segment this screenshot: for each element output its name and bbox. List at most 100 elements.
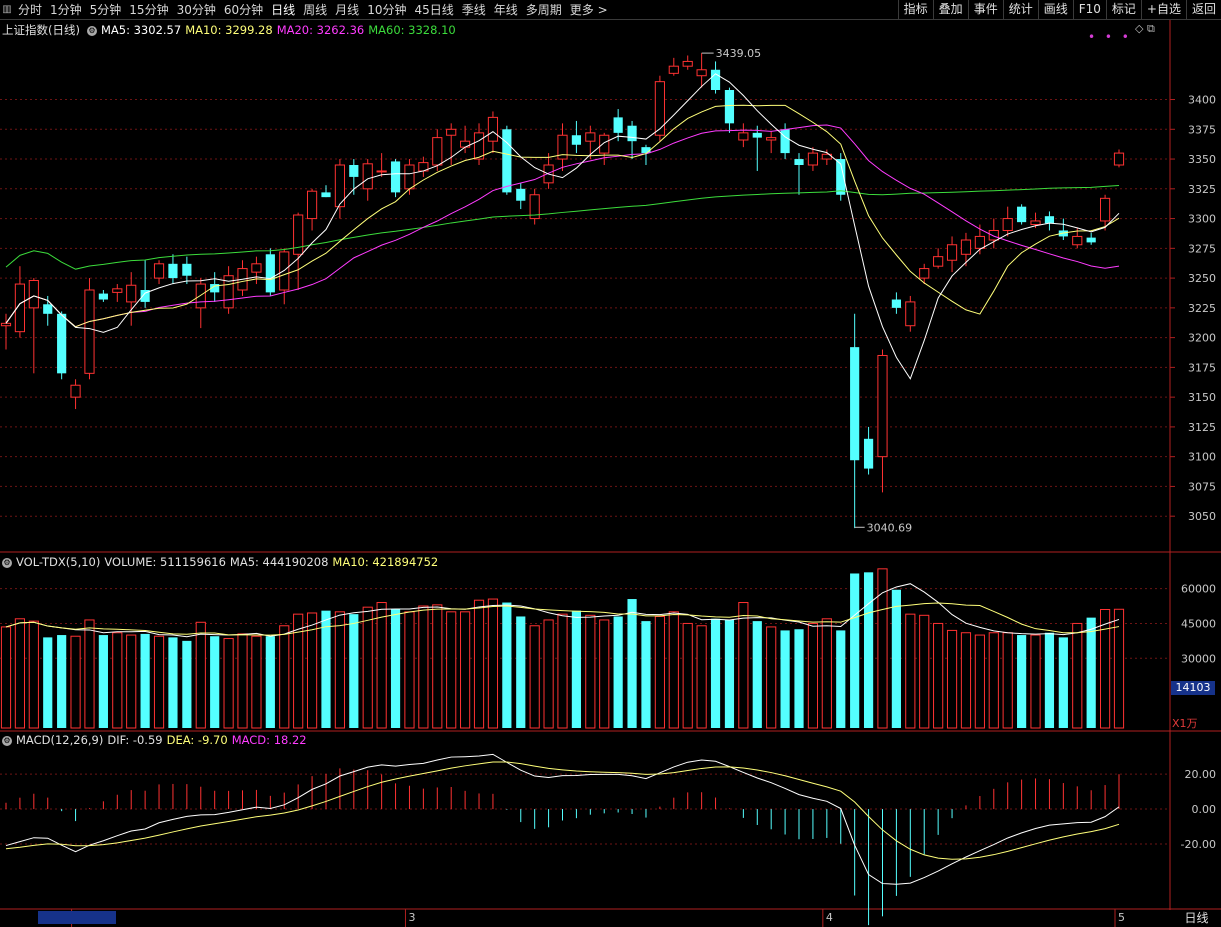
candle-body-up [766,137,777,141]
vol-settings-icon[interactable]: ⚙ [2,557,12,568]
volume-bar-down [613,616,623,728]
volume-bar-down [1058,637,1068,728]
candle-body-up [1113,152,1125,166]
macd-dif-value: DIF: -0.59 [107,733,163,747]
price-tick-label: 3325 [1188,183,1216,196]
volume-bar-down [850,573,860,728]
volume-unit: X1万 [1172,717,1198,730]
candle-body-down [710,69,721,90]
period-tab-0[interactable]: 分时 [14,1,46,18]
candle-body-up [933,256,944,267]
candle-body-up [376,170,387,173]
volume-bar-down [321,610,331,728]
toolbar-grip-icon[interactable]: ▥ [0,0,14,19]
toolbar-button-0[interactable]: 指标 [897,0,933,19]
toolbar-button-2[interactable]: 事件 [967,0,1003,19]
candle-body-up [682,60,693,67]
diamond-icon[interactable]: ◇ [1135,22,1143,35]
period-tab-5[interactable]: 60分钟 [220,1,267,18]
period-tab-6[interactable]: 日线 [267,1,299,18]
volume-bar-up [112,632,123,729]
period-tab-7[interactable]: 周线 [299,1,331,18]
ma60-value: MA60: 3328.10 [368,23,456,37]
volume-bar-up [919,614,930,729]
candle-body-down [863,438,874,469]
period-tab-3[interactable]: 15分钟 [125,1,172,18]
candle-body-up [306,190,318,220]
volume-bar-down [641,621,651,728]
candle-body-down [1086,237,1096,243]
volume-bar-up [84,619,95,729]
volume-bar-down [891,589,901,728]
toolbar-button-6[interactable]: 标记 [1105,0,1141,19]
candle-body-up [1072,235,1083,246]
volume-bar-down [863,572,874,728]
period-tab-10[interactable]: 45日线 [410,1,457,18]
period-tab-4[interactable]: 30分钟 [173,1,220,18]
window-icon[interactable]: ⧉ [1147,22,1155,35]
candle-body-up [28,279,39,309]
price-tick-label: 3125 [1188,421,1216,434]
candle-body-up [293,214,304,255]
volume-bar-down [516,616,526,728]
date-axis-label: 4 [826,911,833,924]
volume-bar-up [376,602,387,729]
period-tab-2[interactable]: 5分钟 [86,1,126,18]
toolbar-button-7[interactable]: +自选 [1140,0,1186,19]
kline-chart[interactable]: 3050 3075 3100 3125 3150 3175 3200 3225 3250 3275… [0,0,1221,927]
volume-bar-up [153,635,165,729]
candle-body-down [1017,206,1027,223]
high-annotation: 3439.05 [716,47,762,60]
settings-icon[interactable]: ⚙ [86,25,97,36]
candle-body-down [752,132,762,138]
candle-body-up [960,239,972,255]
volume-bar-up [557,613,568,729]
volume-bar-up [738,602,749,729]
candle-body-up [946,244,958,261]
candle-body-up [1002,218,1013,231]
price-tick-label: 3275 [1188,242,1216,255]
period-tab-12[interactable]: 年线 [490,1,522,18]
candle-body-up [70,384,81,398]
volume-bar-up [14,618,26,729]
candle-body-down [390,161,401,193]
toolbar-button-8[interactable]: 返回 [1185,0,1221,19]
toolbar-button-3[interactable]: 统计 [1002,0,1038,19]
candle-body-up [460,140,471,148]
toolbar-button-5[interactable]: F10 [1072,0,1106,19]
period-tab-9[interactable]: 10分钟 [363,1,410,18]
volume-bar-up [905,613,916,729]
low-annotation: 3040.69 [867,521,913,534]
candle-body-down [57,313,67,374]
candle-body-up [738,132,749,141]
period-tab-8[interactable]: 月线 [331,1,363,18]
period-tab-13[interactable]: 多周期 [522,1,566,18]
volume-bar-up [432,604,443,729]
period-button[interactable]: 日线 [1172,910,1221,927]
vol-ma10-value: MA10: 421894752 [332,555,439,569]
candle-body-up [473,132,485,160]
candle-body-down [627,125,637,142]
period-tab-11[interactable]: 季线 [458,1,490,18]
candle-body-down [1044,216,1055,224]
function-toolbar: 指标 叠加 事件 统计 画线 F10 标记 +自选 返回 [897,0,1221,19]
panel-icons: ◇ ⧉ [1135,22,1155,36]
macd-tick-label: 0.00 [1192,803,1217,816]
candle-body-up [153,263,165,279]
candle-body-down [502,129,512,193]
toolbar-button-4[interactable]: 画线 [1037,0,1073,19]
volume-bar-down [182,640,192,728]
period-tab-1[interactable]: 1分钟 [46,1,86,18]
toolbar-button-1[interactable]: 叠加 [932,0,968,19]
volume-bar-up [460,611,471,729]
period-tab-14[interactable]: 更多 > [566,1,612,18]
candle-body-down [182,263,192,276]
volume-bar-down [836,630,846,728]
more-dots-icon[interactable]: • • • [1088,30,1132,44]
candle-body-up [112,288,123,293]
macd-indicator-name: MACD(12,26,9) [16,733,104,747]
candle-body-up [195,283,206,309]
macd-tick-label: 20.00 [1185,768,1217,781]
candle-body-down [168,263,178,279]
macd-settings-icon[interactable]: ⚙ [2,735,12,746]
